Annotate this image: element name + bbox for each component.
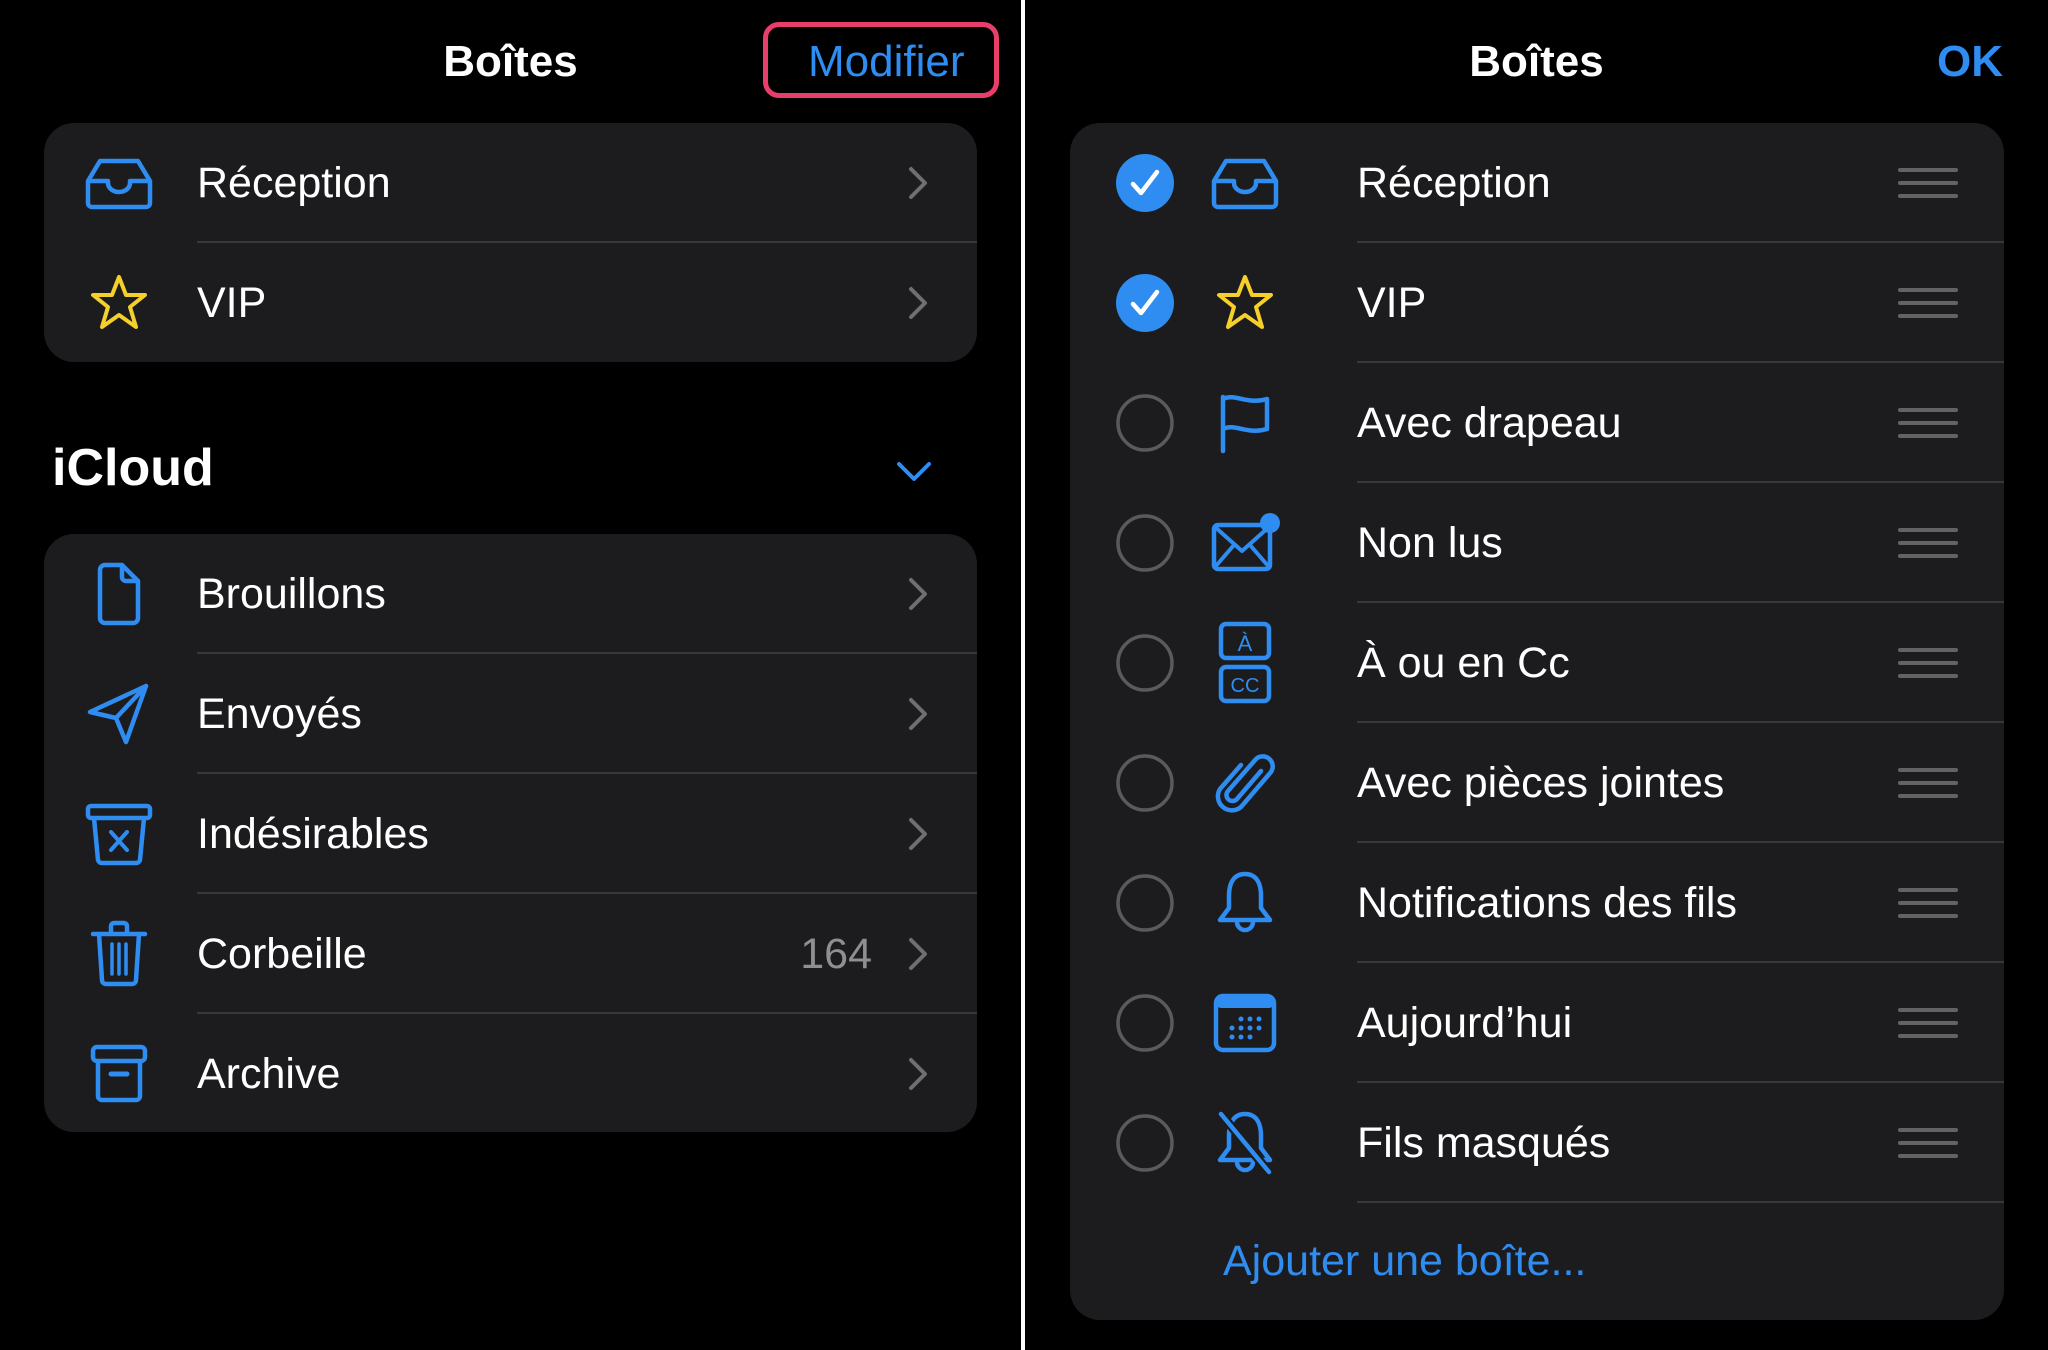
mailbox-row-brouillons[interactable]: Brouillons [44, 534, 977, 654]
mailbox-toggle-row-avec-drapeau: Avec drapeau [1070, 363, 2004, 483]
mailbox-selection-card: Réception VIP Avec drapeau Non lus À CC À ou e… [1070, 123, 2004, 1320]
star-icon [84, 273, 154, 333]
icloud-mailboxes-card: Brouillons Envoyés Indésirables Corbeille 16… [44, 534, 977, 1132]
checkbox-unchecked-icon[interactable] [1115, 753, 1175, 813]
mailboxes-panel: Boîtes Modifier Réception VIP iCloud Brou… [0, 0, 1021, 1350]
mailbox-label: Réception [1357, 159, 1551, 207]
checkbox-unchecked-icon[interactable] [1115, 993, 1175, 1053]
mailbox-label: Fils masqués [1357, 1119, 1611, 1167]
mailbox-label: Non lus [1357, 519, 1503, 567]
reorder-handle-icon[interactable] [1898, 527, 1958, 559]
chevron-right-icon [907, 576, 929, 612]
checkbox-unchecked-icon[interactable] [1115, 513, 1175, 573]
paperplane-icon [84, 683, 154, 745]
mailbox-label: VIP [197, 279, 267, 327]
archive-icon [84, 1044, 154, 1104]
chevron-down-icon[interactable] [896, 460, 932, 484]
chevron-right-icon [907, 936, 929, 972]
mailbox-label: Corbeille [197, 930, 367, 978]
bell-icon [1210, 871, 1280, 933]
mailbox-toggle-row-non-lus: Non lus [1070, 483, 2004, 603]
checkbox-unchecked-icon[interactable] [1115, 393, 1175, 453]
bell-slash-icon [1210, 1111, 1280, 1175]
to-cc-icon: À CC [1210, 621, 1280, 705]
chevron-right-icon [907, 165, 929, 201]
add-mailbox-button[interactable]: Ajouter une boîte... [1070, 1203, 2004, 1320]
mailbox-label: Brouillons [197, 570, 386, 618]
mailbox-label: À ou en Cc [1357, 639, 1570, 687]
mailbox-toggle-row-vip: VIP [1070, 243, 2004, 363]
reorder-handle-icon[interactable] [1898, 407, 1958, 439]
reorder-handle-icon[interactable] [1898, 1127, 1958, 1159]
done-button[interactable]: OK [1937, 34, 2003, 90]
favorites-card: Réception VIP [44, 123, 977, 362]
mailbox-row-envoyes[interactable]: Envoyés [44, 654, 977, 774]
page-title: Boîtes [1469, 37, 1604, 86]
paperclip-icon [1210, 753, 1280, 813]
chevron-right-icon [907, 816, 929, 852]
reorder-handle-icon[interactable] [1898, 287, 1958, 319]
mailbox-label: VIP [1357, 279, 1427, 327]
document-icon [84, 562, 154, 626]
checkbox-unchecked-icon[interactable] [1115, 873, 1175, 933]
mailbox-toggle-row-aujourd-hui: Aujourd’hui [1070, 963, 2004, 1083]
reorder-handle-icon[interactable] [1898, 167, 1958, 199]
calendar-icon [1210, 993, 1280, 1053]
svg-text:CC: CC [1231, 675, 1260, 697]
mailbox-toggle-row-fils-masques: Fils masqués [1070, 1083, 2004, 1203]
edit-button[interactable]: Modifier [808, 34, 965, 90]
mailbox-row-vip[interactable]: VIP [44, 243, 977, 362]
mailbox-row-indesirables[interactable]: Indésirables [44, 774, 977, 894]
chevron-right-icon [907, 696, 929, 732]
mailbox-row-reception[interactable]: Réception [44, 123, 977, 243]
add-mailbox-label: Ajouter une boîte... [1223, 1237, 1587, 1285]
checkbox-checked-icon[interactable] [1115, 273, 1175, 333]
mailbox-toggle-row-avec-pieces-jointes: Avec pièces jointes [1070, 723, 2004, 843]
reorder-handle-icon[interactable] [1898, 767, 1958, 799]
star-icon [1210, 273, 1280, 333]
inbox-icon [84, 153, 154, 213]
unread-envelope-icon [1210, 513, 1280, 573]
mailbox-row-archive[interactable]: Archive [44, 1014, 977, 1132]
junk-icon [84, 803, 154, 866]
reorder-handle-icon[interactable] [1898, 887, 1958, 919]
trash-icon [84, 920, 154, 987]
mailbox-label: Envoyés [197, 690, 362, 738]
inbox-icon [1210, 153, 1280, 213]
mailbox-label: Avec pièces jointes [1357, 759, 1725, 807]
svg-text:À: À [1238, 631, 1253, 656]
account-section-title[interactable]: iCloud [52, 436, 214, 500]
chevron-right-icon [907, 285, 929, 321]
checkbox-checked-icon[interactable] [1115, 153, 1175, 213]
checkbox-unchecked-icon[interactable] [1115, 633, 1175, 693]
mailbox-count: 164 [800, 930, 872, 978]
checkbox-unchecked-icon[interactable] [1115, 1113, 1175, 1173]
mailbox-label: Notifications des fils [1357, 879, 1737, 927]
mailbox-toggle-row-reception: Réception [1070, 123, 2004, 243]
mailbox-label: Réception [197, 159, 391, 207]
mailbox-toggle-row-notifications-des-fils: Notifications des fils [1070, 843, 2004, 963]
mailbox-row-corbeille[interactable]: Corbeille 164 [44, 894, 977, 1014]
mailbox-toggle-row-a-ou-en-cc: À CC À ou en Cc [1070, 603, 2004, 723]
flag-icon [1210, 393, 1280, 454]
reorder-handle-icon[interactable] [1898, 647, 1958, 679]
mailbox-label: Indésirables [197, 810, 429, 858]
chevron-right-icon [907, 1056, 929, 1092]
edit-mailboxes-panel: Boîtes OK Réception VIP Avec drapeau Non lu… [1025, 0, 2048, 1350]
reorder-handle-icon[interactable] [1898, 1007, 1958, 1039]
mailbox-label: Avec drapeau [1357, 399, 1622, 447]
mailbox-label: Archive [197, 1050, 341, 1098]
mailbox-label: Aujourd’hui [1357, 999, 1573, 1047]
